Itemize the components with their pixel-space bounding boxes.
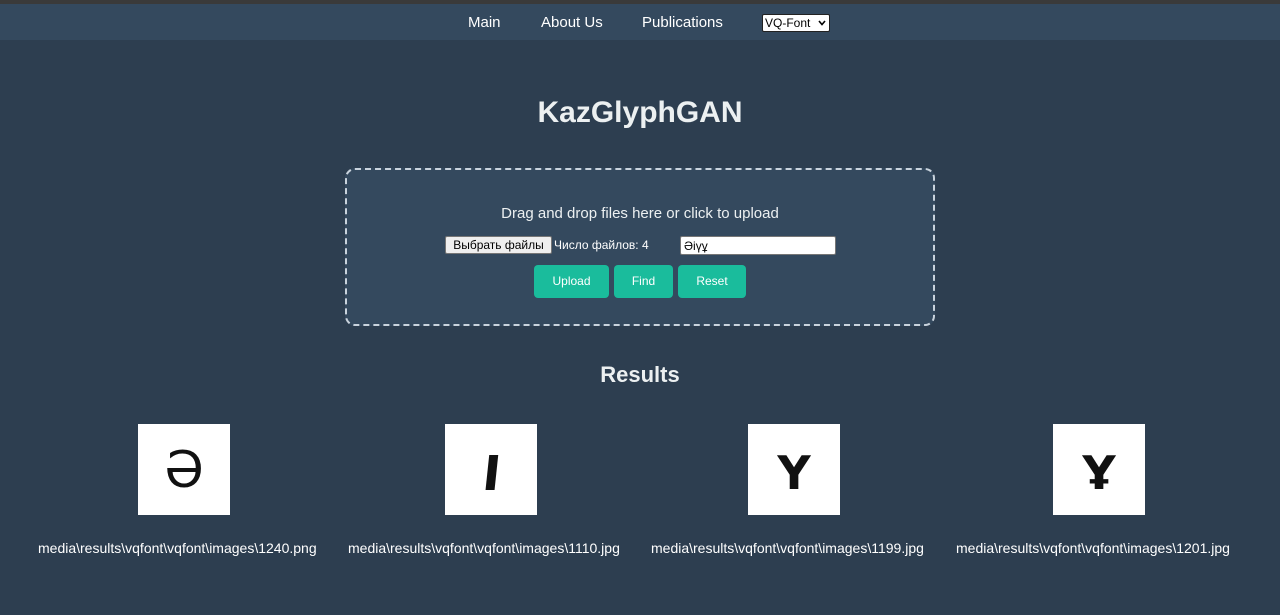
characters-input[interactable] bbox=[680, 236, 836, 255]
nav-link-about-us[interactable]: About Us bbox=[541, 14, 603, 31]
result-thumbnail: І bbox=[445, 424, 537, 515]
reset-button[interactable]: Reset bbox=[678, 265, 746, 298]
result-caption: media\results\vqfont\vqfont\images\1240.… bbox=[38, 540, 317, 556]
glyph-image: Ә bbox=[164, 441, 203, 499]
glyph-image: Ү bbox=[776, 446, 811, 500]
result-caption: media\results\vqfont\vqfont\images\1201.… bbox=[956, 540, 1230, 556]
results-title: Results bbox=[600, 362, 680, 387]
top-navbar: Main About Us Publications VQ-Font bbox=[0, 4, 1280, 40]
page-title: KazGlyphGAN bbox=[537, 96, 743, 129]
glyph-u-straight: Ү bbox=[776, 446, 811, 500]
glyph-image: І bbox=[480, 446, 504, 502]
choose-files-button[interactable]: Выбрать файлы bbox=[445, 236, 552, 254]
result-caption: media\results\vqfont\vqfont\images\1199.… bbox=[651, 540, 924, 556]
chevron-down-icon bbox=[818, 20, 826, 26]
result-thumbnail: Ұ bbox=[1053, 424, 1145, 515]
upload-dropzone[interactable]: Drag and drop files here or click to upl… bbox=[345, 168, 935, 326]
result-thumbnail: Ә bbox=[138, 424, 230, 515]
find-button[interactable]: Find bbox=[614, 265, 673, 298]
glyph-image: Ұ bbox=[1081, 446, 1116, 500]
dropzone-hint: Drag and drop files here or click to upl… bbox=[501, 205, 779, 222]
nav-link-main[interactable]: Main bbox=[468, 14, 501, 31]
upload-button[interactable]: Upload bbox=[534, 265, 609, 298]
glyph-i: І bbox=[480, 446, 504, 502]
glyph-schwa: Ә bbox=[164, 441, 203, 499]
model-select-value: VQ-Font bbox=[765, 16, 811, 30]
file-count-label: Число файлов: 4 bbox=[554, 238, 649, 252]
glyph-u-straight-stroke: Ұ bbox=[1081, 446, 1116, 500]
result-thumbnail: Ү bbox=[748, 424, 840, 515]
nav-link-publications[interactable]: Publications bbox=[642, 14, 723, 31]
result-caption: media\results\vqfont\vqfont\images\1110.… bbox=[348, 540, 620, 556]
model-select[interactable]: VQ-Font bbox=[762, 14, 830, 32]
